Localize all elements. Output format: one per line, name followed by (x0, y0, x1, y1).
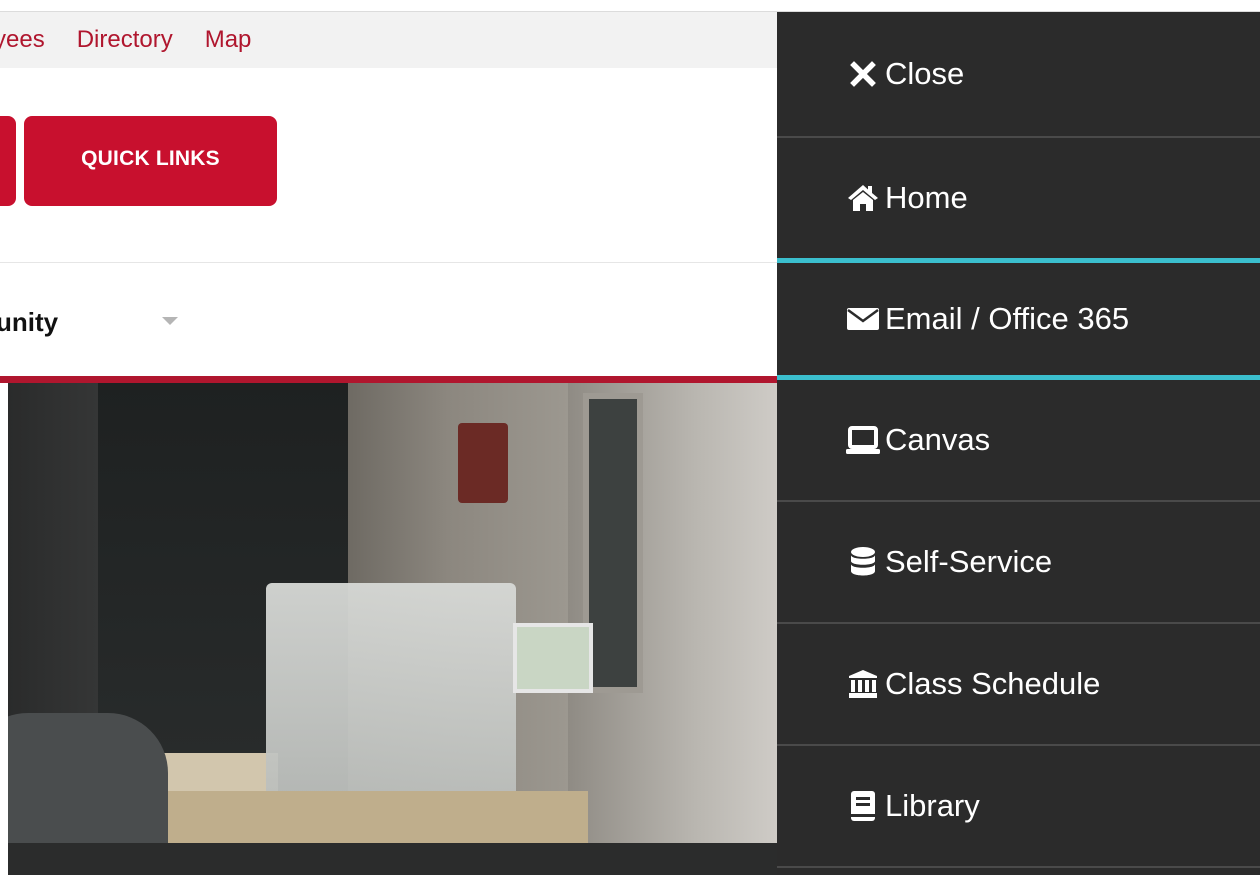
utility-link-employees[interactable]: yees (0, 26, 45, 54)
institution-icon (845, 667, 881, 701)
utility-link-map[interactable]: Map (205, 26, 252, 54)
header-divider (0, 376, 780, 383)
panel-item-label: Self-Service (885, 544, 1053, 579)
panel-item-label: Canvas (885, 422, 991, 457)
panel-item-library[interactable]: Library (777, 746, 1260, 868)
quick-links-button[interactable]: QUICK LINKS (24, 116, 277, 206)
panel-item-label: Library (885, 788, 980, 823)
panel-item-self-service[interactable]: Self-Service (777, 502, 1260, 624)
header-button-partial[interactable] (0, 116, 16, 206)
chevron-down-icon[interactable] (162, 317, 178, 325)
panel-close-button[interactable]: Close (777, 12, 1260, 138)
database-icon (845, 545, 881, 579)
panel-item-label: Close (885, 56, 965, 91)
browser-top-strip (0, 0, 1260, 12)
utility-nav: yees Directory Map (0, 12, 780, 68)
home-icon (845, 181, 881, 215)
panel-item-class-schedule[interactable]: Class Schedule (777, 624, 1260, 746)
panel-item-email[interactable]: Email / Office 365 (777, 258, 1260, 380)
panel-item-label: Email / Office 365 (885, 301, 1130, 336)
hero-image (8, 383, 780, 875)
close-icon (845, 57, 881, 91)
panel-item-label: Class Schedule (885, 666, 1101, 701)
utility-link-directory[interactable]: Directory (77, 26, 173, 54)
panel-item-canvas[interactable]: Canvas (777, 380, 1260, 502)
menu-item-community[interactable]: unity (0, 307, 58, 338)
panel-item-home[interactable]: Home (777, 138, 1260, 260)
book-icon (845, 789, 881, 823)
header-area: QUICK LINKS (0, 68, 780, 262)
laptop-icon (845, 423, 881, 457)
envelope-icon (845, 302, 881, 336)
quick-links-panel: Close Home Email / Office 365 Canvas Sel… (777, 12, 1260, 875)
panel-item-label: Home (885, 180, 968, 215)
main-menu-row: unity (0, 262, 780, 376)
